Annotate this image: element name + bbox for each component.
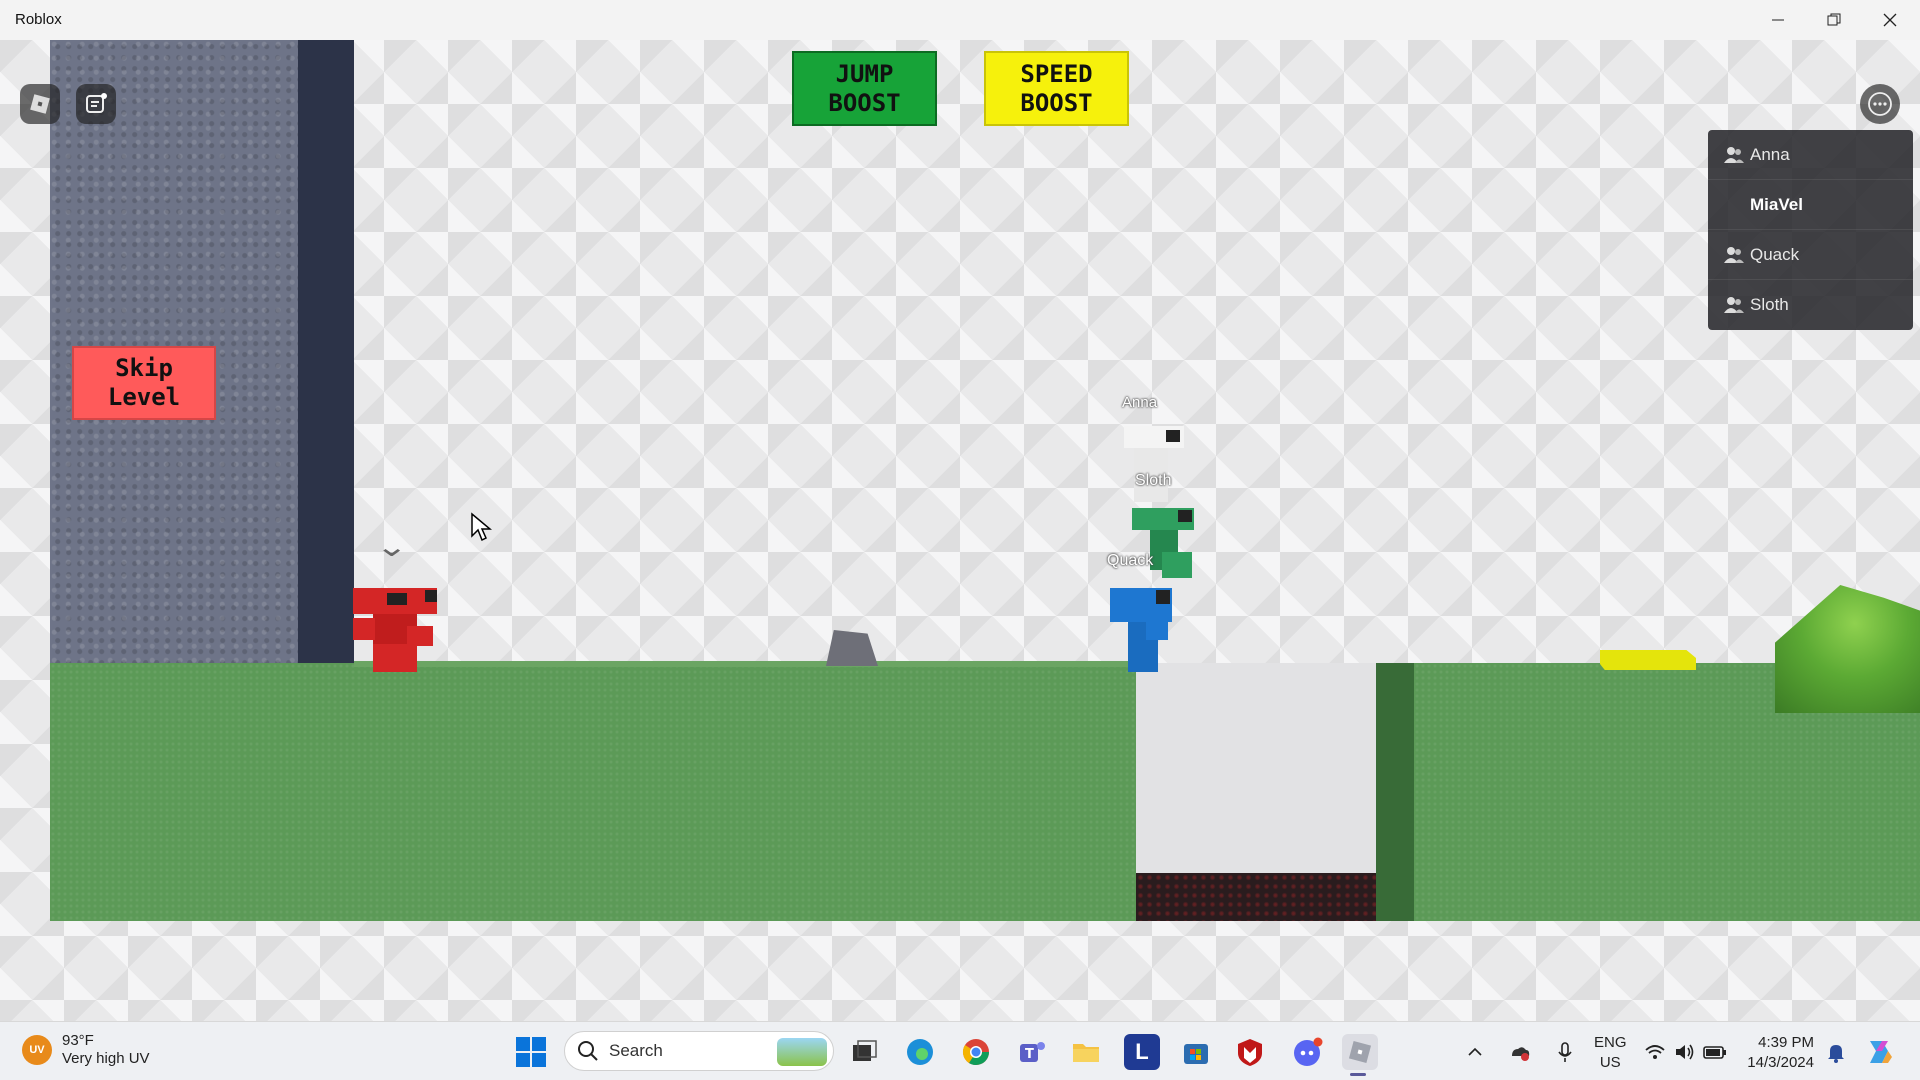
- character-quack[interactable]: [1110, 588, 1176, 674]
- microsoft-store-app[interactable]: [1178, 1034, 1214, 1070]
- file-explorer-app[interactable]: [1068, 1034, 1104, 1070]
- close-icon: [1883, 13, 1897, 27]
- grass-platform-edge: [354, 661, 1136, 667]
- store-icon: [1184, 1044, 1208, 1064]
- nametag-sloth: Sloth: [1135, 472, 1172, 489]
- small-rock: [826, 630, 878, 666]
- grass-platform-right-side: [1376, 663, 1414, 921]
- language-code: ENG: [1594, 1034, 1627, 1051]
- player-icon: [1724, 296, 1744, 314]
- uv-badge: UV: [22, 1035, 52, 1065]
- clock-date: 14/3/2024: [1747, 1053, 1814, 1071]
- weather-temp: 93°F: [62, 1032, 94, 1049]
- more-icon: [1868, 92, 1892, 116]
- teams-icon: T: [1020, 1042, 1045, 1062]
- search-icon: [578, 1041, 598, 1061]
- clock[interactable]: 4:39 PM 14/3/2024: [1746, 1033, 1814, 1072]
- chrome-app[interactable]: [958, 1034, 994, 1070]
- character-sloth[interactable]: [1132, 508, 1196, 594]
- nametag-quack: Quack: [1107, 552, 1154, 569]
- nametag-anna: Anna: [1122, 394, 1158, 411]
- roblox-taskbar-icon: [1348, 1040, 1372, 1064]
- player-list-item-miavel[interactable]: MiaVel: [1708, 180, 1913, 230]
- player-name: MiaVel: [1750, 194, 1803, 214]
- clock-time: 4:39 PM: [1758, 1034, 1814, 1051]
- chat-button[interactable]: [76, 84, 116, 124]
- grass-platform-left: [50, 663, 1136, 921]
- close-button[interactable]: [1862, 0, 1918, 40]
- copilot-icon: [1870, 1040, 1892, 1063]
- player-list-item-anna[interactable]: Anna: [1708, 130, 1913, 180]
- task-view-icon: [853, 1040, 877, 1061]
- l-app-icon: L: [1135, 1039, 1149, 1064]
- player-list: Anna MiaVel Quack Sloth: [1708, 130, 1913, 330]
- edge-app[interactable]: [902, 1034, 938, 1070]
- taskbar-search-box[interactable]: Search: [564, 1031, 834, 1071]
- active-app-indicator: [1350, 1073, 1366, 1076]
- stone-wall-side: [298, 40, 354, 673]
- chevron-up-icon[interactable]: [1466, 1043, 1484, 1061]
- jump-boost-button[interactable]: JUMP BOOST: [792, 51, 937, 126]
- language-indicator[interactable]: ENG US: [1594, 1033, 1627, 1072]
- wifi-icon: [1645, 1044, 1665, 1059]
- game-viewport[interactable]: Skip Level JUMP BOOST SPEED BOOST ⌄ Anna…: [0, 40, 1920, 1021]
- player-name: Anna: [1750, 144, 1790, 164]
- notifications[interactable]: [1826, 1022, 1846, 1080]
- window-title: Roblox: [15, 11, 62, 28]
- player-icon: [1724, 246, 1744, 264]
- search-highlight-image: [777, 1038, 827, 1066]
- skip-level-button[interactable]: Skip Level: [72, 346, 216, 420]
- minimize-button[interactable]: [1750, 0, 1806, 40]
- microphone-icon[interactable]: [1556, 1041, 1574, 1063]
- discord-app[interactable]: [1290, 1034, 1326, 1070]
- region-code: US: [1599, 1053, 1621, 1071]
- bell-icon: [1828, 1044, 1844, 1063]
- restore-icon: [1827, 13, 1841, 26]
- player-name: Sloth: [1750, 295, 1789, 314]
- window-titlebar: Roblox: [0, 0, 1920, 40]
- volume-icon: [1676, 1044, 1694, 1059]
- chevron-down-icon: ⌄: [375, 531, 409, 562]
- folder-icon: [1073, 1044, 1099, 1062]
- roblox-app[interactable]: [1342, 1034, 1378, 1070]
- weather-desc: Very high UV: [62, 1050, 150, 1067]
- chat-icon: [86, 93, 107, 113]
- character-anna[interactable]: [1120, 426, 1184, 502]
- l-app[interactable]: L: [1124, 1034, 1160, 1070]
- system-tray: [1466, 1022, 1574, 1080]
- player-icon: [1724, 146, 1744, 164]
- mouse-cursor-icon: [471, 512, 492, 542]
- mcafee-app[interactable]: [1232, 1034, 1268, 1070]
- network-volume-battery[interactable]: [1644, 1022, 1728, 1080]
- copilot-button[interactable]: [1864, 1022, 1894, 1080]
- battery-icon: [1703, 1045, 1726, 1059]
- player-character-red[interactable]: [353, 588, 441, 672]
- chrome-icon: [962, 1039, 990, 1066]
- windows-start-icon: [516, 1037, 546, 1067]
- svg-text:T: T: [1025, 1047, 1034, 1062]
- roblox-menu-button[interactable]: [20, 84, 60, 124]
- task-view-button[interactable]: [846, 1034, 882, 1070]
- taskbar: UV 93°F Very high UV Search T L ENG US 4…: [0, 1021, 1920, 1080]
- lava-pit: [1136, 873, 1414, 921]
- player-list-item-sloth[interactable]: Sloth: [1708, 280, 1913, 330]
- teams-app[interactable]: T: [1014, 1034, 1050, 1070]
- search-placeholder: Search: [609, 1041, 663, 1060]
- roblox-logo-icon: [30, 94, 50, 114]
- player-list-item-quack[interactable]: Quack: [1708, 230, 1913, 280]
- minimize-icon: [1772, 19, 1784, 21]
- start-button[interactable]: [516, 1037, 546, 1072]
- restore-button[interactable]: [1806, 0, 1862, 40]
- pit-back-wall: [1136, 663, 1376, 873]
- edge-icon: [907, 1039, 933, 1065]
- speed-boost-button[interactable]: SPEED BOOST: [984, 51, 1129, 126]
- player-name: Quack: [1750, 244, 1800, 264]
- mcafee-shield-icon: [1238, 1039, 1262, 1066]
- more-options-button[interactable]: [1860, 84, 1900, 124]
- yellow-pad: [1600, 650, 1696, 670]
- weather-widget[interactable]: UV 93°F Very high UV: [22, 1032, 150, 1068]
- discord-icon: [1294, 1037, 1323, 1066]
- green-bush: [1775, 585, 1920, 713]
- onedrive-error-icon[interactable]: [1508, 1041, 1530, 1063]
